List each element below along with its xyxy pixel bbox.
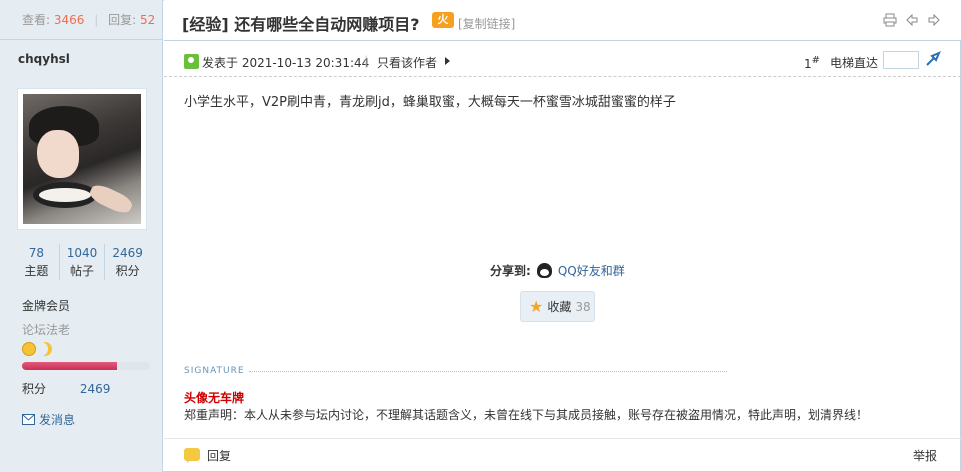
count-value: 1040	[66, 246, 98, 260]
thread-stats: 查看: 3466 | 回复: 52	[0, 0, 162, 40]
thread-title: [经验] 还有哪些全自动网赚项目?	[182, 15, 420, 34]
thread-title-bar: [经验] 还有哪些全自动网赚项目? 火 [复制链接]	[164, 0, 961, 41]
send-message-label: 发消息	[39, 413, 76, 427]
author-only-link[interactable]: 只看该作者	[377, 54, 437, 71]
post-footer: 回复 举报	[164, 438, 961, 472]
count-value: 78	[28, 246, 44, 260]
user-title: 论坛法老	[22, 323, 71, 337]
next-thread-icon[interactable]	[927, 13, 941, 27]
share-qq-link[interactable]: QQ好友和群	[558, 262, 625, 279]
credit-value: 2469	[79, 382, 111, 396]
message-icon	[22, 414, 35, 425]
author-counts: 78 主题 1040 帖子 2469 积分	[14, 244, 150, 280]
favorite-count: 38	[575, 299, 591, 314]
count-value: 2469	[112, 246, 143, 260]
count-credits[interactable]: 2469 积分	[105, 244, 150, 280]
floor-suffix: #	[811, 55, 821, 66]
caret-right-icon	[445, 57, 450, 65]
replies-count: 52	[140, 13, 156, 27]
print-icon[interactable]	[883, 13, 897, 27]
favorite-label: 收藏	[547, 300, 572, 314]
qq-icon[interactable]	[536, 263, 552, 278]
level-progress-fill	[22, 362, 117, 370]
copy-link-button[interactable]: [复制链接]	[458, 15, 515, 32]
elevator-input[interactable]	[883, 51, 919, 69]
reply-button[interactable]: 回复	[207, 447, 231, 464]
views-count: 3466	[53, 13, 85, 27]
views-label: 查看:	[22, 13, 51, 27]
post-date: 发表于 2021-10-13 20:31:44	[202, 56, 370, 70]
signature-dots	[248, 370, 727, 372]
share-bar: 分享到: QQ好友和群	[490, 262, 625, 279]
user-rank: 金牌会员	[22, 299, 71, 313]
floor-number: 1#	[804, 55, 820, 71]
moon-icon	[38, 342, 52, 356]
share-label: 分享到:	[490, 264, 531, 278]
header-divider: |	[364, 54, 369, 68]
reply-icon[interactable]	[184, 448, 200, 463]
post-main: [经验] 还有哪些全自动网赚项目? 火 [复制链接] 发表于 2021-10-1…	[164, 0, 961, 472]
stats-divider: |	[94, 13, 99, 27]
signature-label: SIGNATURE	[184, 366, 245, 376]
hot-icon: 火	[432, 12, 454, 28]
author-sidebar: 查看: 3466 | 回复: 52 chqyhsl 78 主题 1040 帖子 …	[0, 0, 163, 472]
star-icon: ★	[529, 296, 544, 316]
signature-title: 头像无车牌	[184, 391, 245, 405]
signature-text: 郑重声明：本人从未参与坛内讨论，不理解其话题含义，未曾在线下与其成员接触，账号存…	[184, 408, 869, 422]
send-message-link[interactable]: 发消息	[22, 411, 75, 428]
credit-row: 积分 2469	[22, 380, 110, 397]
thread-tools	[883, 13, 941, 27]
count-label: 帖子	[70, 264, 95, 278]
signature-divider: SIGNATURE	[184, 366, 727, 376]
level-icons	[22, 341, 52, 356]
count-topics[interactable]: 78 主题	[14, 244, 60, 280]
prev-thread-icon[interactable]	[905, 13, 919, 27]
favorite-button[interactable]: ★ 收藏 38	[520, 291, 595, 322]
avatar[interactable]	[17, 88, 147, 230]
elevator-go-icon[interactable]	[925, 51, 941, 69]
post-header: 发表于 2021-10-13 20:31:44 | 只看该作者 1# 电梯直达	[164, 41, 961, 77]
level-progress-bar	[22, 362, 150, 370]
credit-label: 积分	[22, 382, 47, 396]
sun-icon	[22, 341, 36, 356]
elevator-label: 电梯直达	[830, 56, 879, 70]
count-label: 积分	[115, 264, 140, 278]
post-content: 小学生水平，V2P刷中青，青龙刷jd，蜂巢取蜜，大概每天一杯蜜雪冰城甜蜜蜜的样子	[184, 95, 676, 110]
report-button[interactable]: 举报	[913, 447, 937, 464]
online-status-icon	[184, 54, 199, 69]
count-label: 主题	[24, 264, 49, 278]
avatar-image	[23, 94, 141, 224]
floor-value: 1	[804, 57, 812, 71]
replies-label: 回复:	[108, 13, 137, 27]
author-name[interactable]: chqyhsl	[18, 52, 70, 66]
count-posts[interactable]: 1040 帖子	[60, 244, 106, 280]
